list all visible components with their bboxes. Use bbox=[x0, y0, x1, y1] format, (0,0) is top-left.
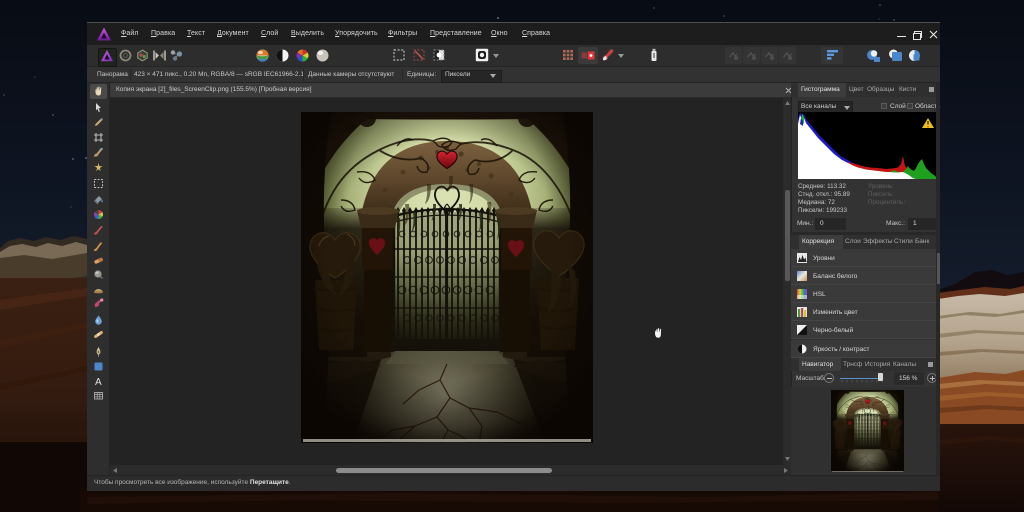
svg-text:A: A bbox=[95, 377, 102, 387]
